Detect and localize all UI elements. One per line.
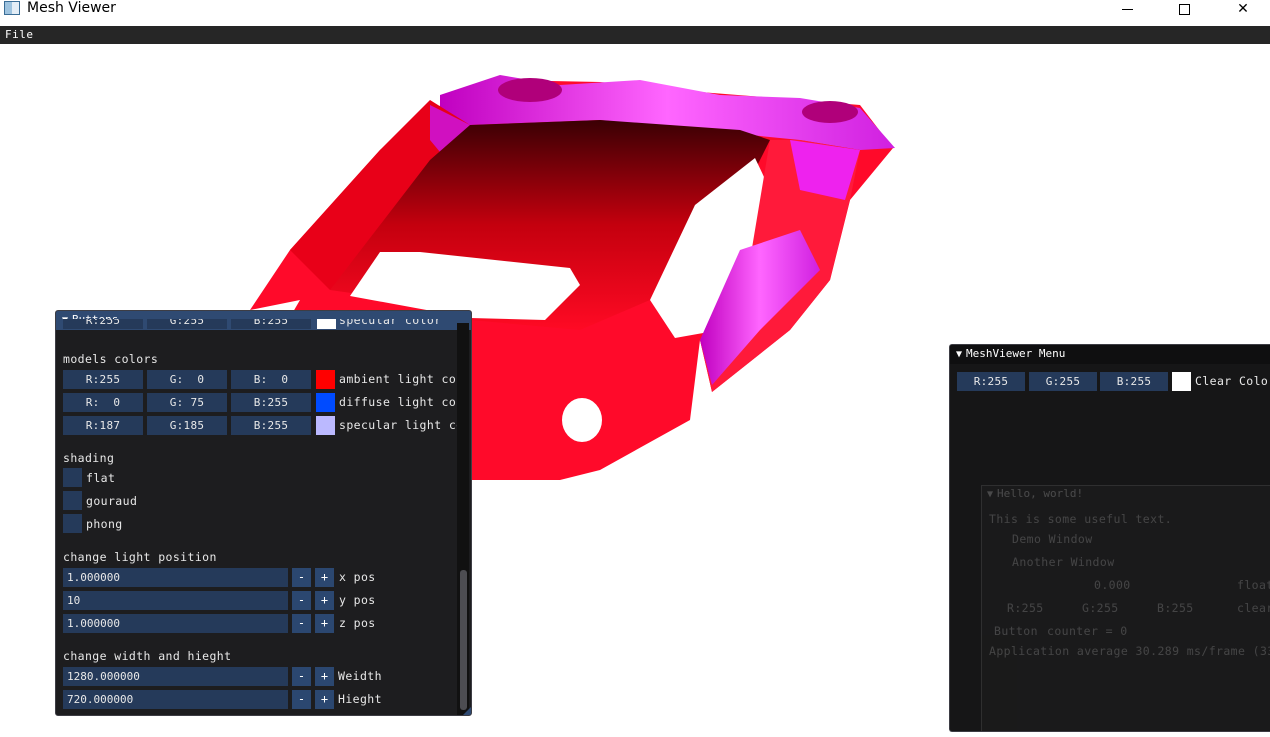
size-label: change width and hieght: [63, 649, 232, 663]
x-pos-label: x pos: [339, 570, 376, 584]
height-plus-button[interactable]: +: [315, 690, 334, 709]
x-pos-input[interactable]: 1.000000: [63, 568, 288, 587]
another-window-checkbox[interactable]: Another Window: [1012, 555, 1115, 569]
shading-label: shading: [63, 451, 115, 465]
diffuse-swatch[interactable]: [316, 393, 335, 412]
clear-b-field[interactable]: B:255: [1100, 372, 1168, 391]
hello-world-title-text: Hello, world!: [997, 487, 1084, 500]
specular-light-g-field[interactable]: G:185: [147, 416, 227, 435]
menu-file[interactable]: File: [5, 28, 34, 41]
menu-bar: File: [0, 26, 1270, 44]
phong-checkbox[interactable]: [63, 514, 82, 533]
specular-swatch[interactable]: [317, 319, 336, 329]
flat-checkbox[interactable]: [63, 468, 82, 487]
clear-color-swatch[interactable]: [1172, 372, 1191, 391]
z-pos-label: z pos: [339, 616, 376, 630]
hello-clear-label: clear: [1237, 601, 1270, 615]
diffuse-b-field[interactable]: B:255: [231, 393, 311, 412]
gouraud-label: gouraud: [86, 494, 138, 508]
title-bar: Mesh Viewer ✕: [0, 0, 1270, 26]
collapse-triangle-icon[interactable]: ▼: [956, 346, 962, 364]
maximize-button[interactable]: [1161, 0, 1207, 18]
ambient-b-field[interactable]: B: 0: [231, 370, 311, 389]
window-title: Mesh Viewer: [27, 0, 116, 16]
y-pos-plus-button[interactable]: +: [315, 591, 334, 610]
x-pos-plus-button[interactable]: +: [315, 568, 334, 587]
ambient-swatch[interactable]: [316, 370, 335, 389]
resize-grip[interactable]: [463, 707, 471, 715]
specular-b-field[interactable]: B:255: [231, 319, 311, 329]
specular-light-swatch[interactable]: [316, 416, 335, 435]
hello-perf: Application average 30.289 ms/frame (33.: [989, 644, 1270, 658]
scrolled-row: R:255 G:255 B:255 specular color: [56, 319, 456, 329]
specular-light-r-field[interactable]: R:187: [63, 416, 143, 435]
clear-g-field[interactable]: G:255: [1029, 372, 1097, 391]
height-input[interactable]: 720.000000: [63, 690, 288, 709]
y-pos-input[interactable]: 10: [63, 591, 288, 610]
hello-b-field[interactable]: B:255: [1157, 601, 1194, 615]
hello-text: This is some useful text.: [989, 512, 1173, 526]
light-position-label: change light position: [63, 550, 217, 564]
width-input[interactable]: 1280.000000: [63, 667, 288, 686]
height-minus-button[interactable]: -: [292, 690, 311, 709]
clear-r-field[interactable]: R:255: [957, 372, 1025, 391]
collapse-triangle-icon: ▼: [987, 489, 994, 500]
hello-world-panel: ▼ Hello, world! This is some useful text.…: [981, 485, 1270, 731]
minimize-icon: [1121, 8, 1133, 10]
flat-label: flat: [86, 471, 116, 485]
diffuse-label: diffuse light col: [339, 395, 464, 409]
hello-button[interactable]: Button: [994, 624, 1038, 638]
specular-light-label: specular light co: [339, 418, 464, 432]
models-colors-label: models colors: [63, 352, 159, 366]
clear-color-label: Clear Color: [1195, 374, 1270, 388]
width-label: Weidth: [338, 669, 382, 683]
hello-world-title: ▼ Hello, world!: [987, 487, 1083, 500]
hello-counter: counter = 0: [1047, 624, 1128, 638]
z-pos-minus-button[interactable]: -: [292, 614, 311, 633]
specular-label: specular color: [339, 319, 442, 327]
diffuse-r-field[interactable]: R: 0: [63, 393, 143, 412]
ambient-label: ambient light col: [339, 372, 464, 386]
buttons-scrollbar-thumb[interactable]: [460, 570, 467, 710]
width-plus-button[interactable]: +: [315, 667, 334, 686]
minimize-button[interactable]: [1104, 0, 1150, 18]
meshviewer-panel-header[interactable]: ▼ MeshViewer Menu: [950, 345, 1270, 364]
close-icon: ✕: [1237, 1, 1249, 17]
close-button[interactable]: ✕: [1220, 0, 1266, 18]
phong-label: phong: [86, 517, 123, 531]
hello-g-field[interactable]: G:255: [1082, 601, 1119, 615]
height-label: Hieght: [338, 692, 382, 706]
x-pos-minus-button[interactable]: -: [292, 568, 311, 587]
y-pos-label: y pos: [339, 593, 376, 607]
float-slider[interactable]: 0.000: [1094, 578, 1131, 592]
demo-window-checkbox[interactable]: Demo Window: [1012, 532, 1093, 546]
z-pos-input[interactable]: 1.000000: [63, 614, 288, 633]
ambient-r-field[interactable]: R:255: [63, 370, 143, 389]
float-label: float: [1237, 578, 1270, 592]
gouraud-checkbox[interactable]: [63, 491, 82, 510]
buttons-panel: ▼Buttons R:255 G:255 B:255 specular colo…: [55, 310, 472, 716]
maximize-icon: [1178, 3, 1190, 15]
z-pos-plus-button[interactable]: +: [315, 614, 334, 633]
width-minus-button[interactable]: -: [292, 667, 311, 686]
meshviewer-panel-title: MeshViewer Menu: [966, 347, 1066, 360]
ambient-g-field[interactable]: G: 0: [147, 370, 227, 389]
diffuse-g-field[interactable]: G: 75: [147, 393, 227, 412]
specular-r-field[interactable]: R:255: [63, 319, 143, 329]
y-pos-minus-button[interactable]: -: [292, 591, 311, 610]
specular-light-b-field[interactable]: B:255: [231, 416, 311, 435]
specular-g-field[interactable]: G:255: [147, 319, 227, 329]
meshviewer-panel: ▼ MeshViewer Menu R:255 G:255 B:255 Clear…: [949, 344, 1270, 732]
app-icon: [4, 1, 20, 15]
hello-r-field[interactable]: R:255: [1007, 601, 1044, 615]
